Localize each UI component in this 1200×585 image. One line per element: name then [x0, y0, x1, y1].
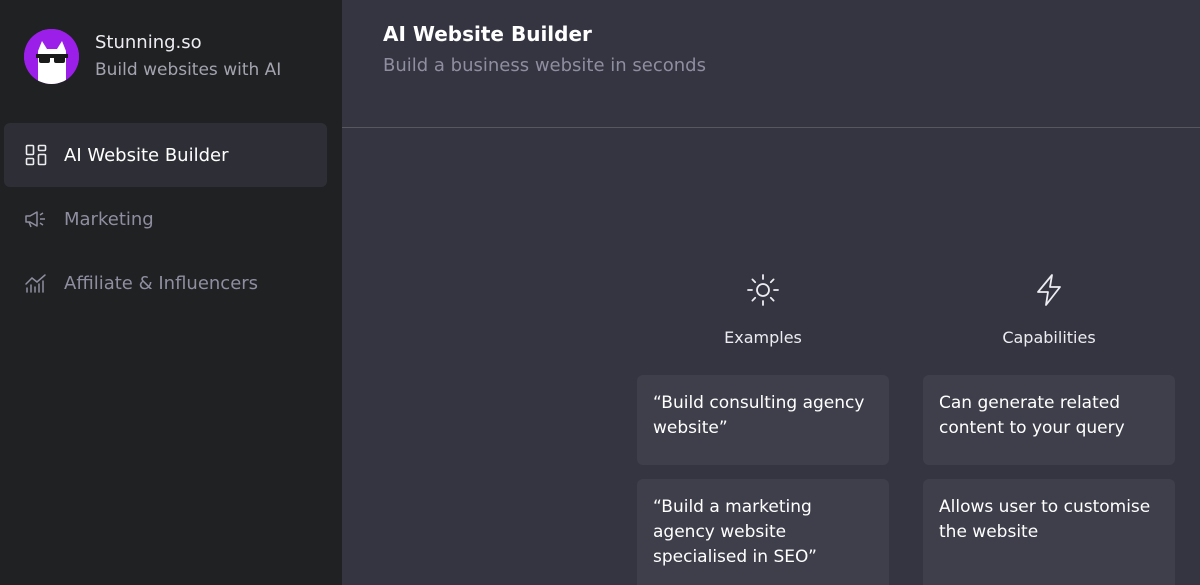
app-window: Stunning.so Build websites with AI AI We… [0, 0, 1200, 585]
capabilities-list: Can generate related content to your que… [923, 375, 1175, 585]
sidebar-item-label: Affiliate & Influencers [64, 272, 259, 294]
example-card[interactable]: “Build a marketing agency website specia… [637, 479, 889, 585]
main-header: AI Website Builder Build a business webs… [342, 0, 1200, 128]
page-title: AI Website Builder [383, 22, 592, 46]
sidebar-item-label: AI Website Builder [64, 144, 229, 166]
sidebar-item-label: Marketing [64, 208, 154, 230]
example-card[interactable]: “Build consulting agency website” [637, 375, 889, 465]
chart-trend-icon [24, 271, 48, 295]
examples-column: Examples “Build consulting agency websit… [637, 270, 889, 585]
cat-mascot-icon [24, 29, 79, 84]
capabilities-title: Capabilities [1002, 328, 1096, 347]
lightning-icon [923, 270, 1175, 310]
brand-name: Stunning.so [95, 32, 202, 53]
brand-tagline: Build websites with AI [95, 60, 282, 80]
brand[interactable]: Stunning.so Build websites with AI [24, 29, 281, 84]
main-content: AI Website Builder Build a business webs… [342, 0, 1200, 585]
sidebar-item-affiliate-influencers[interactable]: Affiliate & Influencers [4, 251, 327, 315]
sidebar: Stunning.so Build websites with AI AI We… [0, 0, 342, 585]
sidebar-nav: AI Website Builder Marketing Affiliate &… [4, 123, 327, 315]
capability-card: Allows user to customise the website [923, 479, 1175, 585]
prompt-columns: Examples “Build consulting agency websit… [637, 270, 1175, 585]
examples-title: Examples [724, 328, 802, 347]
capabilities-column: Capabilities Can generate related conten… [923, 270, 1175, 585]
sidebar-item-marketing[interactable]: Marketing [4, 187, 327, 251]
examples-list: “Build consulting agency website” “Build… [637, 375, 889, 585]
megaphone-icon [24, 207, 48, 231]
sun-icon [637, 270, 889, 310]
capability-card: Can generate related content to your que… [923, 375, 1175, 465]
grid-layout-icon [24, 143, 48, 167]
sidebar-item-ai-website-builder[interactable]: AI Website Builder [4, 123, 327, 187]
avatar [24, 29, 79, 84]
page-subtitle: Build a business website in seconds [383, 55, 706, 76]
